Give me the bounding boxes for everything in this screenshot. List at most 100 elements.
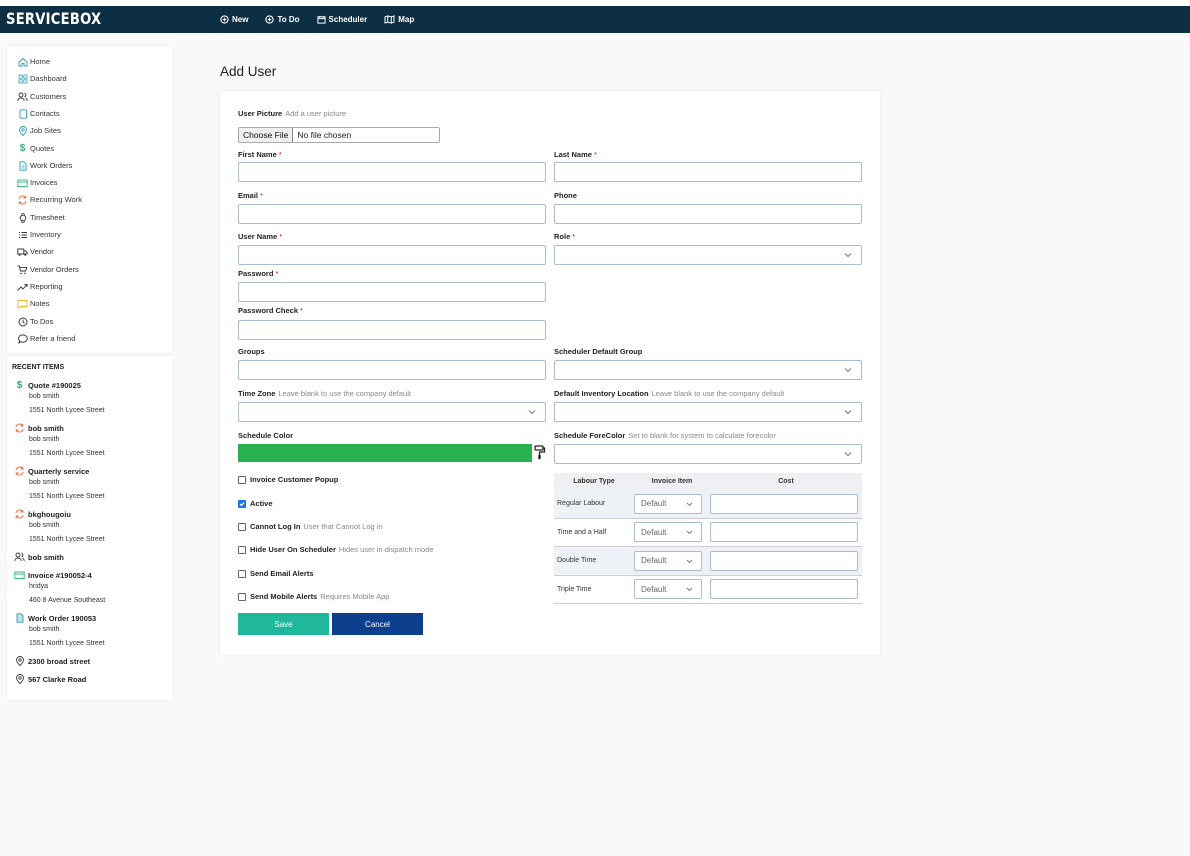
sidebar-item-customers[interactable]: Customers	[17, 91, 66, 102]
choose-file-button[interactable]: Choose File	[239, 128, 294, 142]
sidebar-item-label: Inventory	[30, 230, 61, 239]
sidebar-item-recurring-work[interactable]: Recurring Work	[17, 194, 82, 205]
map-button[interactable]: Map	[384, 15, 414, 24]
sidebar-item-to-dos[interactable]: To Dos	[17, 316, 53, 327]
sidebar-item-label: Home	[30, 57, 51, 66]
sidebar-item-label: Notes	[30, 299, 50, 308]
time-zone-select[interactable]	[238, 402, 546, 422]
sidebar-item-work-orders[interactable]: Work Orders	[17, 160, 72, 171]
invoice-item-select[interactable]: Default	[634, 522, 702, 543]
cost-field[interactable]	[710, 550, 858, 571]
phone-field[interactable]	[554, 204, 862, 224]
sidebar-item-label: Vendor Orders	[30, 265, 79, 274]
recent-item-title: bob smith	[28, 552, 64, 562]
todo-label: To Do	[277, 15, 300, 24]
cost-field[interactable]	[710, 522, 858, 543]
scheduler-default-group-select[interactable]	[554, 360, 862, 380]
plus-circle-icon	[265, 15, 275, 24]
sidebar-item-vendor-orders[interactable]: Vendor Orders	[17, 264, 79, 275]
schedule-color-picker[interactable]	[238, 444, 532, 462]
email-field[interactable]	[238, 204, 546, 224]
map-icon	[384, 15, 395, 24]
recent-item-sub: 1551 North Lycee Street	[29, 493, 105, 500]
active-checkbox[interactable]: Active	[238, 499, 273, 508]
recent-item-sub: 1551 North Lycee Street	[29, 407, 105, 414]
sidebar-item-label: Reporting	[30, 282, 63, 291]
recent-item[interactable]: $ Quote #190025 bob smith 1551 North Lyce…	[14, 380, 105, 418]
send-email-alerts-checkbox[interactable]: Send Email Alerts	[238, 569, 314, 578]
sidebar-item-invoices[interactable]: Invoices	[17, 177, 58, 188]
password-field[interactable]	[238, 282, 546, 302]
app-logo[interactable]: SERVICEBOX	[6, 9, 101, 28]
todo-button[interactable]: To Do	[265, 15, 300, 24]
sidebar-item-timesheet[interactable]: Timesheet	[17, 212, 65, 223]
password-check-label: Password Check *	[238, 306, 303, 315]
dollar-icon: $	[19, 143, 26, 154]
invoice-item-select[interactable]: Default	[634, 579, 702, 600]
send-mobile-alerts-checkbox[interactable]: Send Mobile Alerts Requires Mobile App	[238, 592, 389, 601]
recent-item[interactable]: Quarterly service bob smith 1551 North L…	[14, 466, 105, 504]
sidebar-item-notes[interactable]: Notes	[17, 298, 50, 309]
user-name-field[interactable]	[238, 245, 546, 265]
recent-item[interactable]: Invoice #190052-4 hridya 460 8 Avenue So…	[14, 570, 105, 608]
labour-type: Double Time	[557, 557, 597, 565]
recent-item[interactable]: bob smith bob smith 1551 North Lycee Str…	[14, 423, 105, 461]
sidebar-item-dashboard[interactable]: Dashboard	[17, 73, 67, 84]
cost-field[interactable]	[710, 579, 858, 600]
top-nav: New To Do Scheduler Map	[220, 6, 431, 33]
map-label: Map	[398, 15, 415, 24]
recent-item[interactable]: 2300 broad street	[14, 656, 90, 666]
dollar-icon: $	[16, 379, 23, 391]
phone-label: Phone	[554, 191, 577, 200]
role-select[interactable]	[554, 245, 862, 265]
user-name-label: User Name *	[238, 232, 283, 241]
checkbox[interactable]	[238, 592, 246, 601]
paint-roller-icon[interactable]	[534, 445, 546, 460]
default-inventory-location-select[interactable]	[554, 402, 862, 422]
home-icon	[17, 56, 28, 67]
sidebar-item-vendor[interactable]: Vendor	[17, 246, 54, 257]
first-name-field[interactable]	[238, 162, 546, 182]
chevron-down-icon	[844, 368, 852, 373]
recent-item[interactable]: Work Order 190053 bob smith 1551 North L…	[14, 613, 105, 651]
time-zone-label: Time Zone Leave blank to use the company …	[238, 389, 411, 398]
location-pin-icon	[14, 656, 25, 667]
hide-user-on-scheduler-checkbox[interactable]: Hide User On Scheduler Hides user in disp…	[238, 545, 434, 554]
recent-item[interactable]: bob smith	[14, 552, 64, 562]
checkbox[interactable]	[238, 522, 246, 531]
cost-field[interactable]	[710, 493, 858, 514]
invoice-customer-popup-checkbox[interactable]: Invoice Customer Popup	[238, 475, 338, 484]
sidebar-item-refer-a-friend[interactable]: Refer a friend	[17, 333, 75, 344]
sidebar-item-label: Dashboard	[30, 74, 67, 83]
new-button[interactable]: New	[220, 15, 248, 24]
sidebar-item-contacts[interactable]: Contacts	[17, 108, 60, 119]
last-name-field[interactable]	[554, 162, 862, 182]
column-header: Labour Type	[573, 478, 615, 485]
sidebar-item-home[interactable]: Home	[17, 56, 50, 67]
password-check-field[interactable]	[238, 320, 546, 340]
sidebar-item-job-sites[interactable]: Job Sites	[17, 125, 61, 136]
cannot-log-in-checkbox[interactable]: Cannot Log In User that Cannot Log in	[238, 522, 383, 531]
scheduler-button[interactable]: Scheduler	[316, 15, 367, 24]
cancel-button[interactable]: Cancel	[332, 613, 423, 635]
invoice-item-select[interactable]: Default	[634, 493, 702, 514]
recent-item-sub: bob smith	[29, 393, 60, 400]
recurring-icon	[14, 509, 25, 520]
recent-item[interactable]: bkghougoiu bob smith 1551 North Lycee St…	[14, 509, 105, 547]
table-row: Regular Labour Default	[554, 490, 862, 519]
groups-field[interactable]	[238, 360, 546, 380]
sidebar-item-quotes[interactable]: $ Quotes	[17, 143, 54, 154]
checkbox[interactable]	[238, 569, 246, 578]
checkbox[interactable]	[238, 499, 246, 508]
schedule-forecolor-select[interactable]	[554, 444, 862, 464]
save-button[interactable]: Save	[238, 613, 329, 635]
dashboard-icon	[17, 73, 28, 84]
user-picture-file-input[interactable]: Choose File No file chosen	[238, 127, 440, 143]
checkbox[interactable]	[238, 475, 246, 484]
checkbox[interactable]	[238, 545, 246, 554]
invoice-item-select[interactable]: Default	[634, 550, 702, 571]
sidebar-item-inventory[interactable]: Inventory	[17, 229, 61, 240]
sidebar-item-reporting[interactable]: Reporting	[17, 281, 63, 292]
recent-item[interactable]: 567 Clarke Road	[14, 674, 86, 684]
chat-icon	[17, 333, 28, 344]
